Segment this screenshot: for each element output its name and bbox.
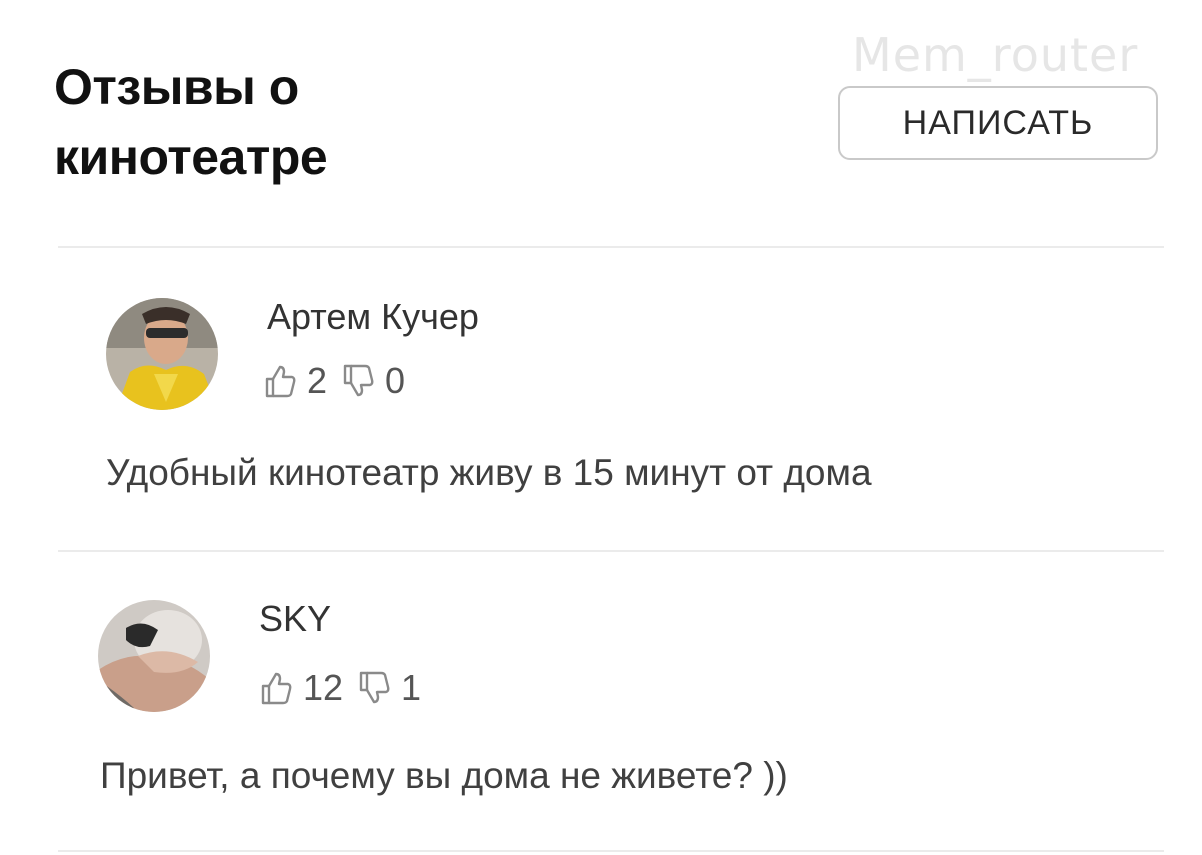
divider xyxy=(58,246,1164,248)
review-author[interactable]: Артем Кучер xyxy=(267,296,479,338)
divider xyxy=(58,550,1164,552)
thumbs-up-icon[interactable] xyxy=(263,363,297,399)
dislike-count: 1 xyxy=(401,667,422,708)
review-text: Удобный кинотеатр живу в 15 минут от дом… xyxy=(106,452,872,493)
thumbs-down-icon[interactable] xyxy=(341,363,375,399)
thumbs-down-icon[interactable] xyxy=(357,670,391,706)
write-review-button[interactable]: НАПИСАТЬ xyxy=(838,86,1158,160)
thumbs-up-icon[interactable] xyxy=(259,670,293,706)
watermark: Mem_router xyxy=(852,28,1139,82)
like-count: 12 xyxy=(303,667,344,708)
review-text: Привет, а почему вы дома не живете? )) xyxy=(100,755,788,796)
review-rating: 2 0 xyxy=(263,360,419,402)
avatar[interactable] xyxy=(106,298,218,410)
review-rating: 12 1 xyxy=(259,667,435,709)
divider xyxy=(58,850,1164,852)
like-count: 2 xyxy=(307,360,328,401)
dislike-count: 0 xyxy=(385,360,406,401)
review-author[interactable]: SKY xyxy=(259,598,331,640)
page-title: Отзывы о кинотеатре xyxy=(54,59,328,185)
avatar[interactable] xyxy=(98,600,210,712)
